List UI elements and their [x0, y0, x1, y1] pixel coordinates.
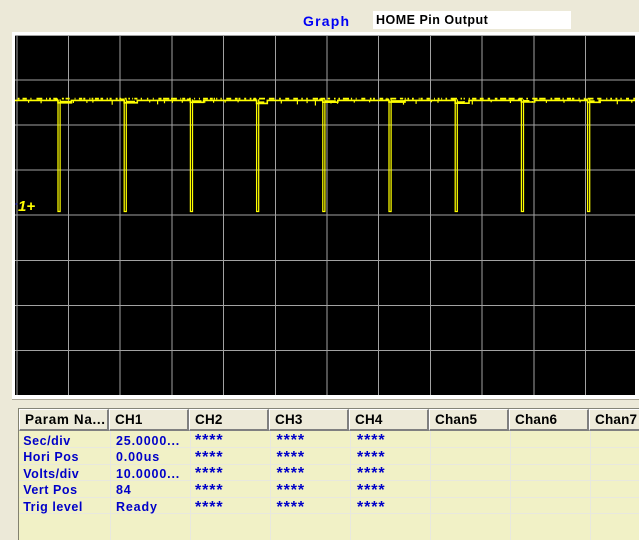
svg-text:1+: 1+ [18, 198, 35, 215]
